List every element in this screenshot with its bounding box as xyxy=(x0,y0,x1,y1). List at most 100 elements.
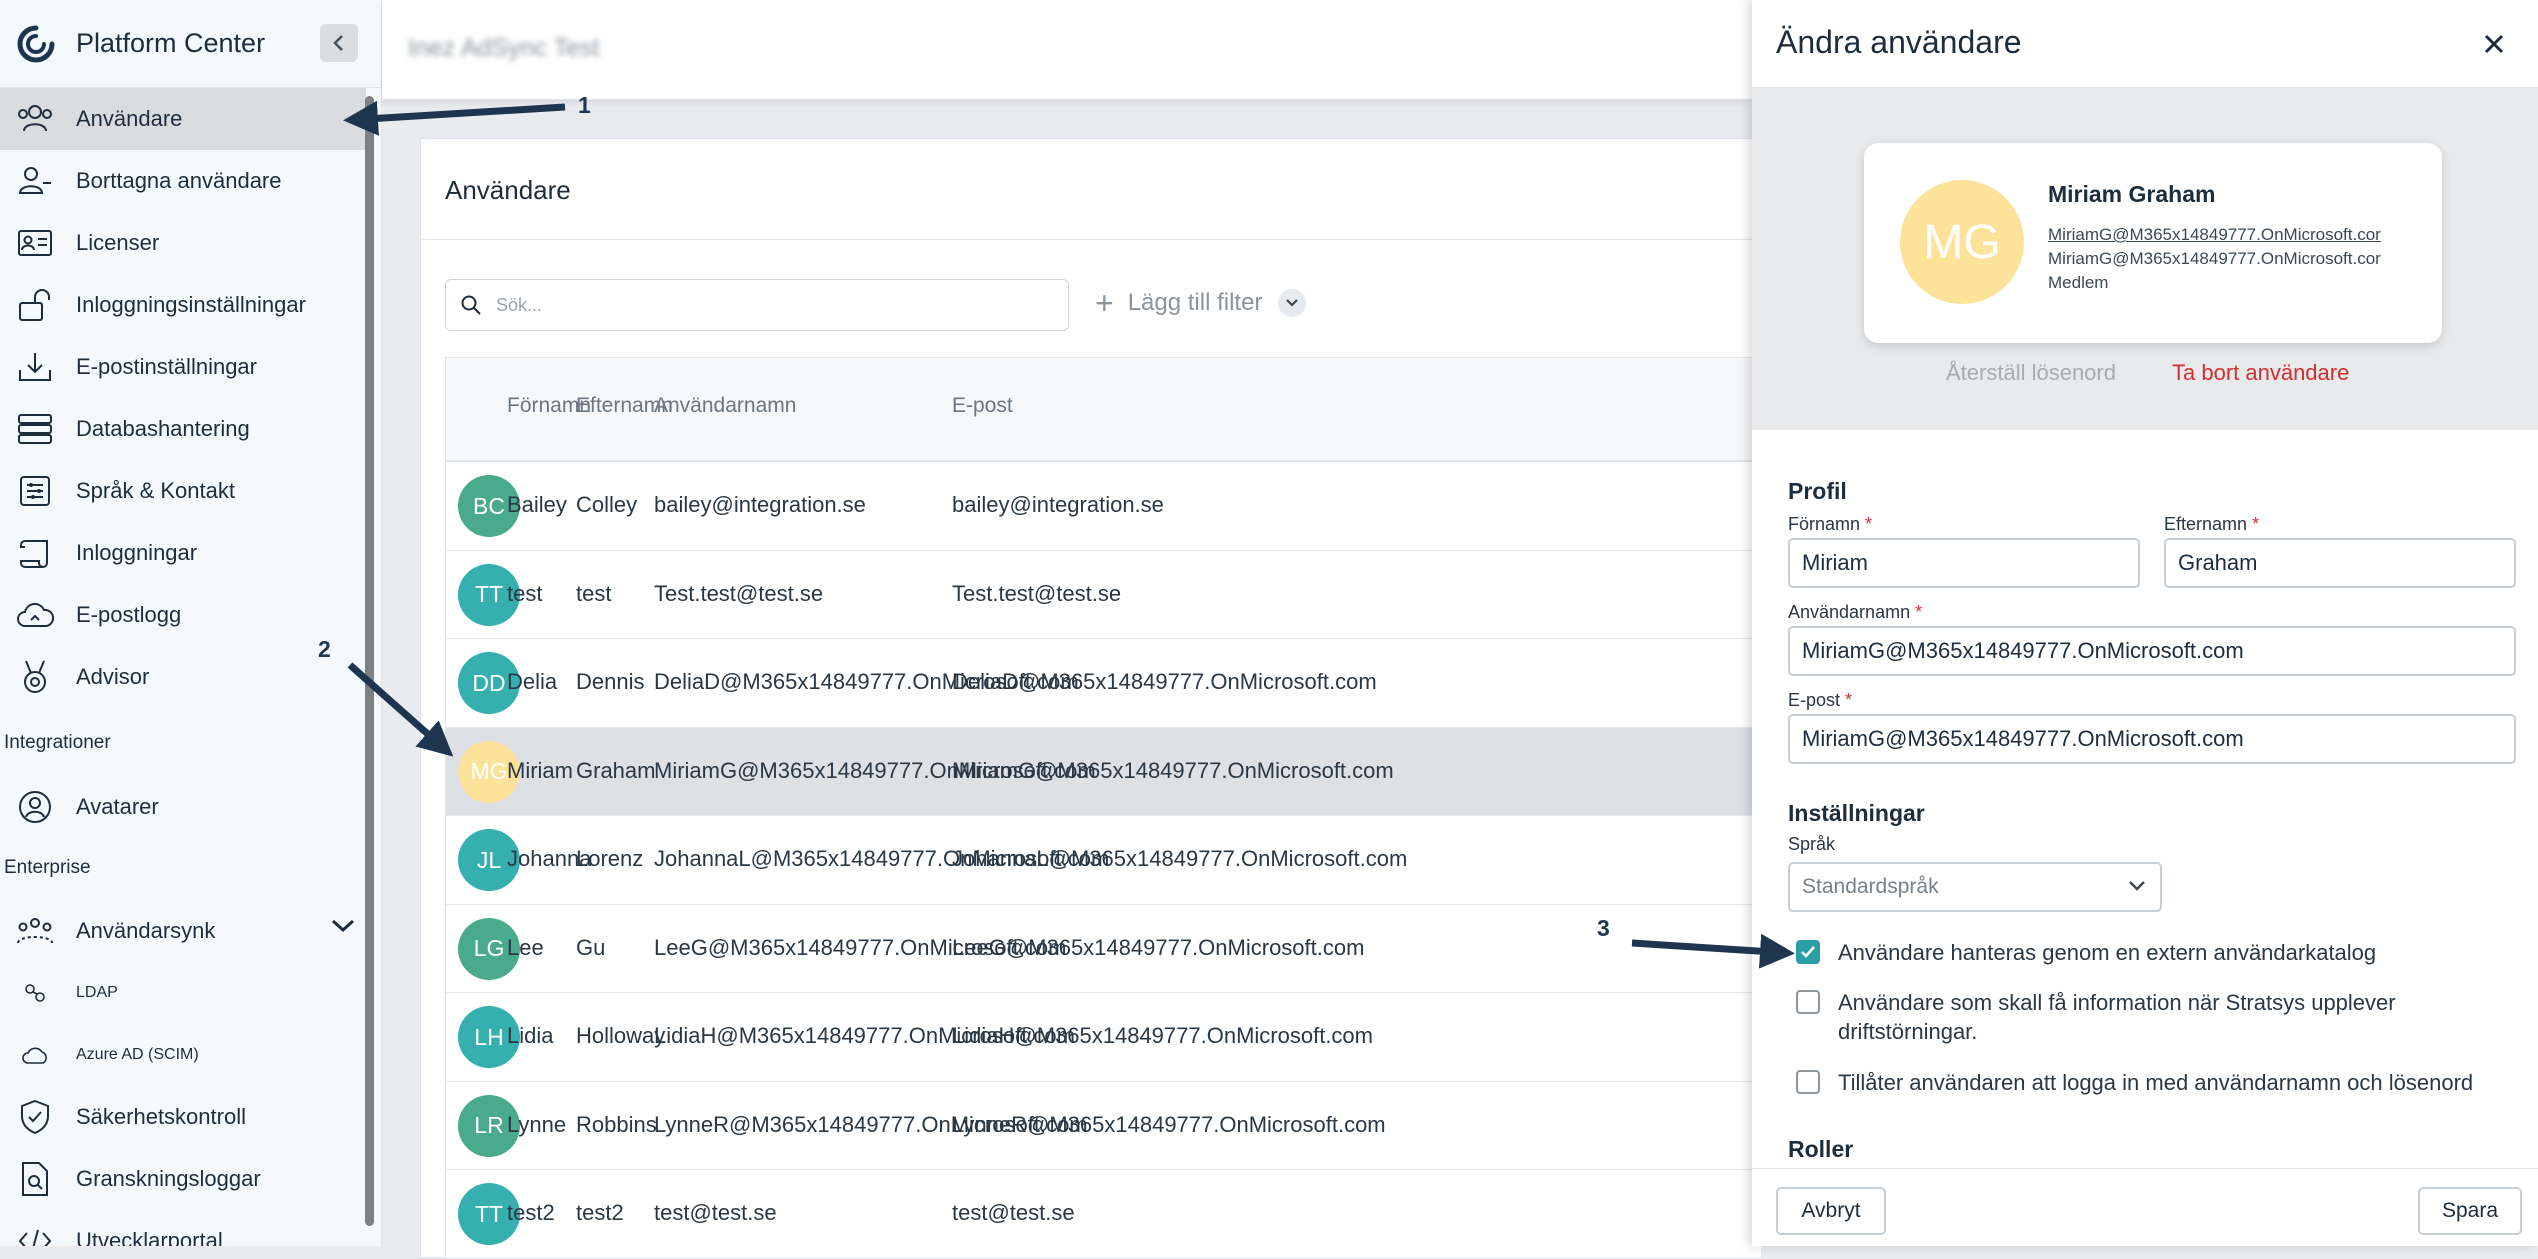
cloud-icon xyxy=(14,1034,56,1076)
card-title: Användare xyxy=(445,175,571,205)
checkbox[interactable] xyxy=(1796,940,1820,964)
search-input[interactable] xyxy=(494,293,1034,317)
sidebar-item-language-contact[interactable]: Språk & Kontakt xyxy=(0,460,366,522)
language-select[interactable]: Standardspråk xyxy=(1788,862,2162,912)
users-card: Användare + Lägg till filter Förnamn Eft… xyxy=(420,138,1761,1259)
annotation-arrow-1 xyxy=(343,100,566,136)
email-input[interactable] xyxy=(1788,714,2516,764)
drawer-title: Ändra användare xyxy=(1776,24,2022,60)
sidebar-item-label: Azure AD (SCIM) xyxy=(76,1046,199,1063)
cell-lastname: Robbins xyxy=(576,1111,657,1137)
username-label-text: Användarnamn xyxy=(1788,602,1911,622)
sidebar-item-licenses[interactable]: Licenser xyxy=(0,212,366,274)
table-row[interactable]: DD Delia Dennis DeliaD@M365x14849777.OnM… xyxy=(445,639,1761,728)
table-row-selected[interactable]: MG Miriam Graham MiriamG@M365x14849777.O… xyxy=(445,727,1761,816)
cell-lastname: test xyxy=(576,580,612,606)
cell-lastname: Graham xyxy=(576,757,656,783)
sidebar-item-email-settings[interactable]: E-postinställningar xyxy=(0,336,366,398)
network-icon xyxy=(14,972,56,1014)
profile-username-link[interactable]: MiriamG@M365x14849777.OnMicrosoft.cor xyxy=(2048,225,2428,245)
sidebar-item-developer-portal[interactable]: Utvecklarportal xyxy=(0,1210,366,1246)
sidebar-item-logins[interactable]: Inloggningar xyxy=(0,522,366,584)
sidebar-item-label: Språk & Kontakt xyxy=(76,478,235,503)
table-header: Förnamn Efternamn Användarnamn E-post xyxy=(445,358,1761,462)
cell-email: test@test.se xyxy=(952,1200,1075,1225)
sidebar-item-label: Användarsynk xyxy=(76,918,216,943)
sidebar-item-security-check[interactable]: Säkerhetskontroll xyxy=(0,1086,366,1148)
close-icon xyxy=(2484,34,2504,54)
cell-email: Test.test@test.se xyxy=(952,580,1122,606)
sidebar-item-ldap[interactable]: LDAP xyxy=(0,962,366,1024)
add-filter-button[interactable]: + Lägg till filter xyxy=(1095,285,1307,321)
required-mark: * xyxy=(1845,690,1853,710)
checkbox-external-directory[interactable]: Användare hanteras genom en extern använ… xyxy=(1796,938,2518,967)
sidebar-item-label: Borttagna användare xyxy=(76,168,282,193)
sidebar-item-email-log[interactable]: E-postlogg xyxy=(0,584,366,646)
sidebar-item-login-settings[interactable]: Inloggningsinställningar xyxy=(0,274,366,336)
cell-firstname: test2 xyxy=(507,1200,555,1225)
cell-firstname: Lidia xyxy=(507,1023,554,1048)
cell-firstname: test xyxy=(507,580,543,606)
required-mark: * xyxy=(1865,514,1873,534)
profile-email: MiriamG@M365x14849777.OnMicrosoft.cor xyxy=(2048,249,2381,268)
sidebar-item-database[interactable]: Databashantering xyxy=(0,398,366,460)
checkbox[interactable] xyxy=(1796,1070,1820,1094)
chevron-left-icon xyxy=(333,35,343,51)
cell-firstname: Lee xyxy=(507,934,544,960)
reset-password-button[interactable]: Återställ lösenord xyxy=(1946,360,2116,386)
close-button[interactable] xyxy=(2474,24,2514,64)
checkbox-outage-notifications[interactable]: Användare som skall få information när S… xyxy=(1796,988,2518,1046)
table-row[interactable]: TT test2 test2 test@test.se test@test.se xyxy=(445,1170,1761,1259)
table-row[interactable]: BC Bailey Colley bailey@integration.se b… xyxy=(445,462,1761,551)
cell-username: test@test.se xyxy=(654,1200,777,1225)
sidebar-section-integrations: Integrationer xyxy=(4,732,111,753)
table-body: BC Bailey Colley bailey@integration.se b… xyxy=(445,462,1761,1259)
app-title: Platform Center xyxy=(76,28,266,58)
license-card-icon xyxy=(14,222,56,264)
email-label: E-post * xyxy=(1788,690,1852,711)
table-row[interactable]: LR Lynne Robbins LynneR@M365x14849777.On… xyxy=(445,1081,1761,1170)
chevron-down-icon[interactable] xyxy=(330,918,356,934)
table-row[interactable]: JL Johanna Lorenz JohannaL@M365x14849777… xyxy=(445,816,1761,905)
delete-user-button[interactable]: Ta bort användare xyxy=(2172,360,2349,386)
sidebar-item-user-sync[interactable]: Användarsynk xyxy=(0,900,366,962)
cell-username: Test.test@test.se xyxy=(654,580,824,606)
cell-firstname: Lynne xyxy=(507,1111,567,1137)
column-header-username[interactable]: Användarnamn xyxy=(654,394,796,418)
table-row[interactable]: LG Lee Gu LeeG@M365x14849777.OnMicrosoft… xyxy=(445,904,1761,993)
profile-banner: MG Miriam Graham MiriamG@M365x14849777.O… xyxy=(1752,88,2538,430)
column-header-email[interactable]: E-post xyxy=(952,394,1013,418)
firstname-input[interactable] xyxy=(1788,538,2140,588)
save-button[interactable]: Spara xyxy=(2418,1187,2522,1235)
sidebar-item-label: Inloggningsinställningar xyxy=(76,292,306,317)
profile-section-title: Profil xyxy=(1788,478,1847,504)
table-row[interactable]: TT test test Test.test@test.se Test.test… xyxy=(445,550,1761,639)
sidebar-item-label: LDAP xyxy=(76,984,118,1001)
firstname-label: Förnamn * xyxy=(1788,514,1872,535)
cell-email: MiriamG@M365x14849777.OnMicrosoft.com xyxy=(952,757,1394,783)
filter-dropdown-button[interactable] xyxy=(1278,289,1307,317)
sidebar-scrollbar[interactable] xyxy=(365,96,374,1226)
checkbox[interactable] xyxy=(1796,990,1820,1014)
sidebar-item-avatars[interactable]: Avatarer xyxy=(0,776,366,838)
checkbox-password-login[interactable]: Tillåter användaren att logga in med anv… xyxy=(1796,1068,2518,1097)
sidebar-item-users[interactable]: Användare xyxy=(0,88,366,150)
cell-email: LidiaH@M365x14849777.OnMicrosoft.com xyxy=(952,1023,1373,1048)
sidebar-item-deleted-users[interactable]: Borttagna användare xyxy=(0,150,366,212)
lastname-input[interactable] xyxy=(2164,538,2516,588)
cell-firstname: Delia xyxy=(507,669,558,694)
sidebar-item-label: Användare xyxy=(76,106,183,131)
sidebar-item-advisor[interactable]: Advisor xyxy=(0,646,366,708)
search-box[interactable] xyxy=(445,279,1069,331)
username-input[interactable] xyxy=(1788,626,2516,676)
sidebar-item-label: Avatarer xyxy=(76,794,159,819)
collapse-sidebar-button[interactable] xyxy=(320,24,358,62)
plus-icon: + xyxy=(1095,285,1114,321)
settings-section-title: Inställningar xyxy=(1788,800,1925,826)
table-row[interactable]: LH Lidia Holloway LidiaH@M365x14849777.O… xyxy=(445,993,1761,1082)
cell-email: DeliaD@M365x14849777.OnMicrosoft.com xyxy=(952,669,1377,694)
medal-icon xyxy=(14,656,56,698)
sidebar-item-azure-ad[interactable]: Azure AD (SCIM) xyxy=(0,1024,366,1086)
cancel-button[interactable]: Avbryt xyxy=(1776,1187,1886,1235)
sidebar-item-audit-logs[interactable]: Granskningsloggar xyxy=(0,1148,366,1210)
